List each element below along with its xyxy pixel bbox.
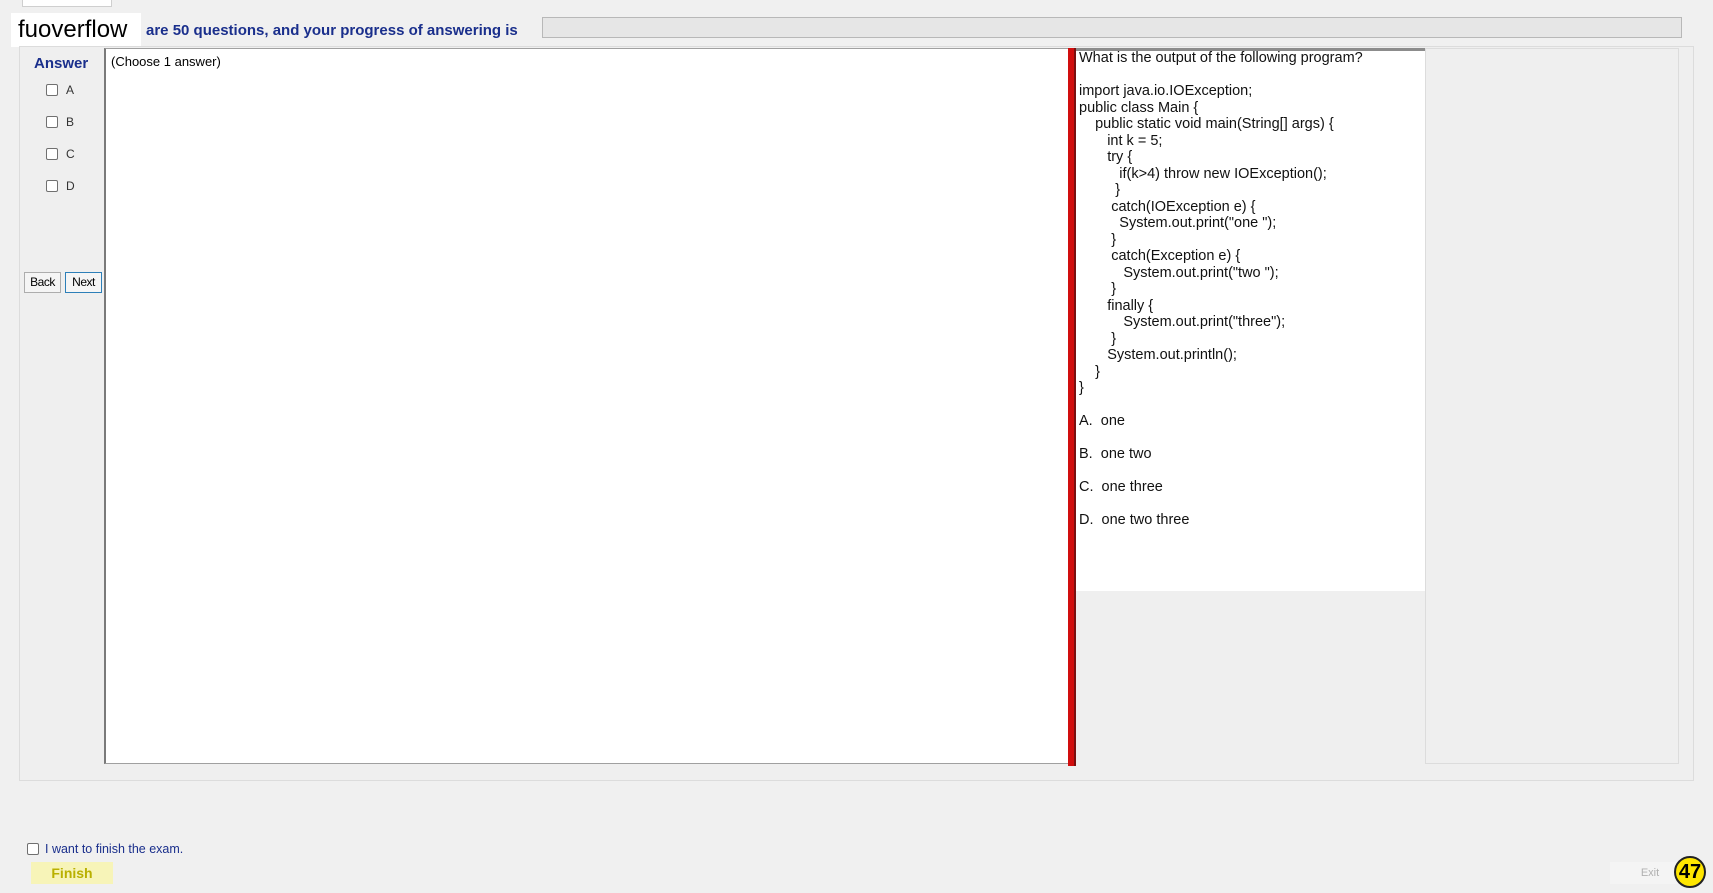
- finish-button[interactable]: Finish: [31, 862, 113, 884]
- finish-confirm[interactable]: I want to finish the exam.: [27, 842, 183, 856]
- choose-instruction: (Choose 1 answer): [111, 54, 221, 69]
- option-b[interactable]: B: [46, 115, 74, 129]
- right-empty-area: [1425, 48, 1679, 764]
- question-text: What is the output of the following prog…: [1079, 50, 1363, 528]
- option-c-checkbox[interactable]: [46, 148, 58, 160]
- answer-area: [104, 48, 1069, 764]
- option-d-label: D: [66, 179, 75, 193]
- option-d[interactable]: D: [46, 179, 75, 193]
- option-c-label: C: [66, 147, 75, 161]
- option-d-checkbox[interactable]: [46, 180, 58, 192]
- option-b-label: B: [66, 115, 75, 129]
- finish-confirm-checkbox[interactable]: [27, 843, 39, 855]
- option-a[interactable]: A: [46, 83, 74, 97]
- brand-logo: fuoverflow: [11, 13, 141, 47]
- finish-confirm-label: I want to finish the exam.: [45, 842, 184, 856]
- option-a-label: A: [66, 83, 75, 97]
- option-a-checkbox[interactable]: [46, 84, 58, 96]
- option-b-checkbox[interactable]: [46, 116, 58, 128]
- answer-title: Answer: [34, 55, 89, 72]
- option-c[interactable]: C: [46, 147, 75, 161]
- next-button[interactable]: Next: [65, 272, 102, 293]
- back-button[interactable]: Back: [24, 272, 61, 293]
- top-tab: [22, 0, 112, 7]
- question-number-badge: 47: [1674, 856, 1706, 888]
- progress-bar: [542, 17, 1682, 38]
- progress-text: are 50 questions, and your progress of a…: [146, 22, 518, 39]
